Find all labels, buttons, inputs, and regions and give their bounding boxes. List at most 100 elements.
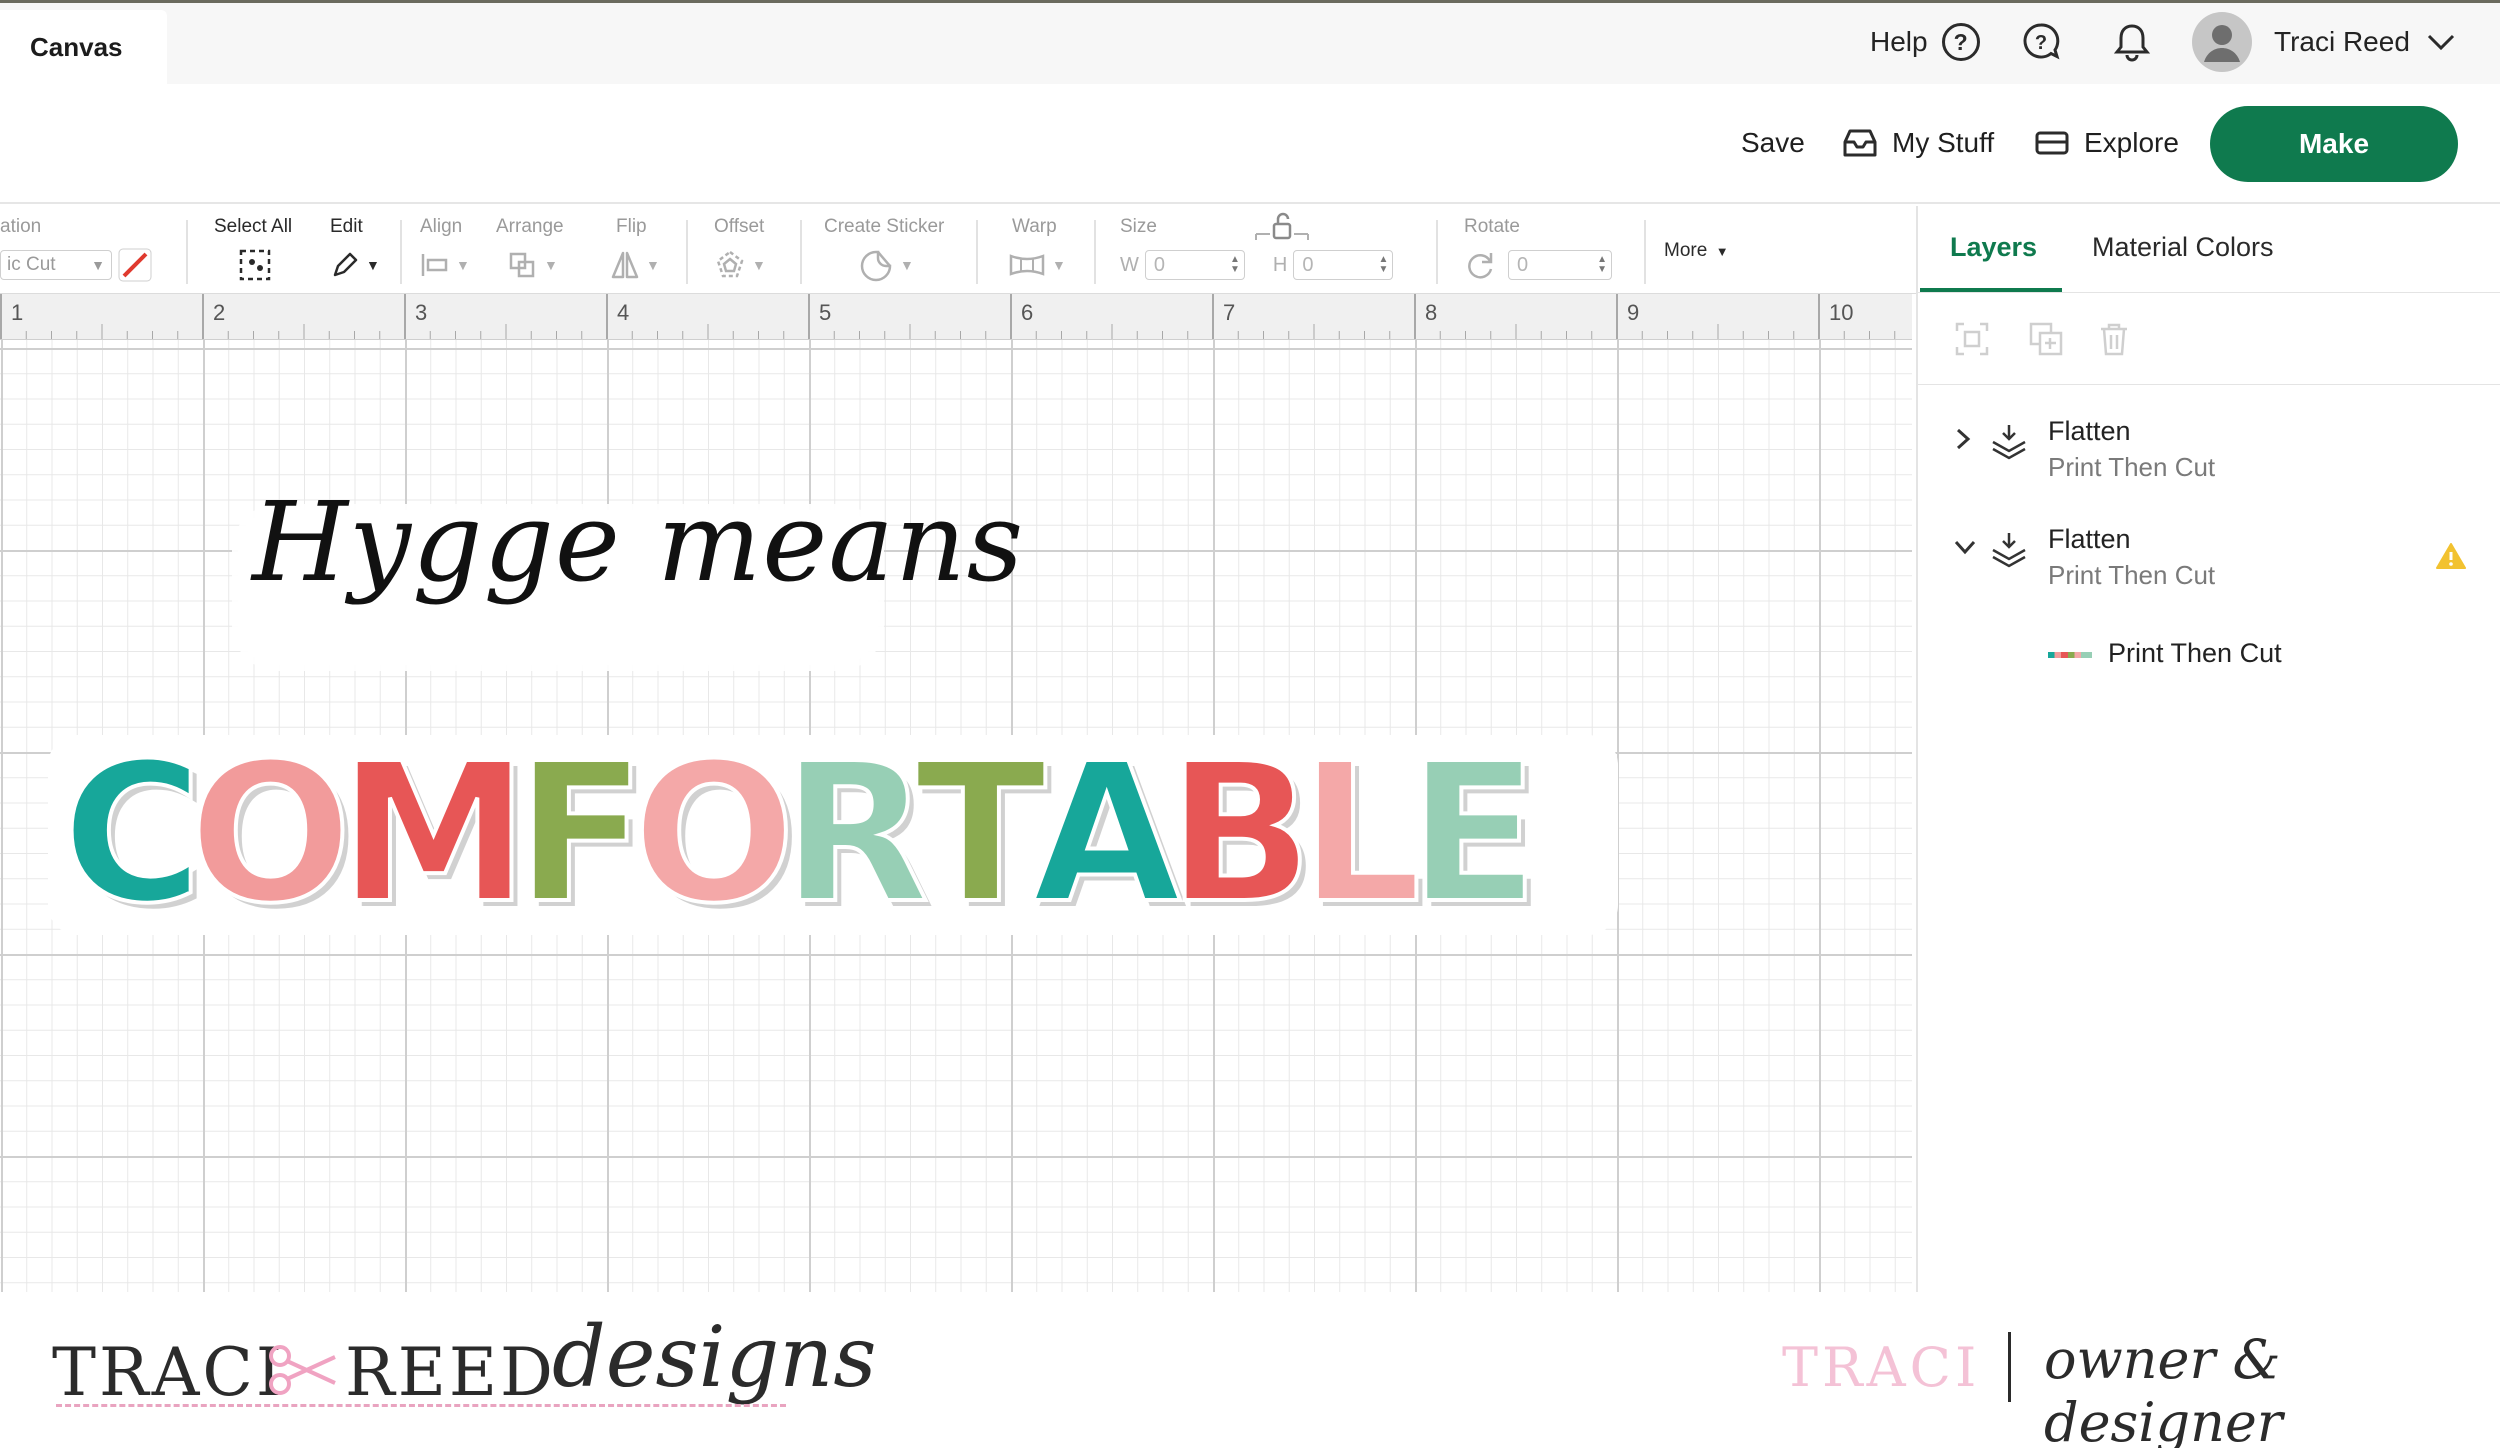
offset-label: Offset [714,216,765,237]
ruler-ticks [0,294,1896,339]
svg-text:?: ? [2035,32,2047,54]
brand-word-reed: REED [345,1334,556,1411]
support-chat-icon[interactable]: ? [2020,18,2062,66]
save-button[interactable]: Save [1741,120,1805,166]
toolbar-divider [800,220,802,284]
signature-divider [2008,1332,2011,1402]
top-bar: Canvas Help ? ? Traci Reed [0,0,2500,84]
layer-row[interactable]: Flatten Print Then Cut [1918,512,2500,602]
pencil-icon [333,252,358,277]
ruler-label: 5 [819,300,832,325]
sublayer-row[interactable]: Print Then Cut [1918,626,2500,686]
select-caret-icon: ▼ [91,257,105,273]
chevron-down-icon[interactable] [1952,534,1978,560]
user-name: Traci Reed [2274,26,2410,57]
toolbar-divider [1644,220,1646,284]
rotate-stepper-icon[interactable]: ▲ ▼ [1597,255,1607,275]
my-stuff-button[interactable]: My Stuff [1842,120,1994,166]
layer-tools [1918,293,2500,385]
arrange-label: Arrange [496,216,564,237]
height-stepper-icon[interactable]: ▲ ▼ [1378,255,1388,275]
create-sticker-label: Create Sticker [824,216,945,237]
lock-ratio-icon[interactable] [1254,212,1310,242]
brand-word-designs: designs [552,1308,877,1406]
help-label: Help [1870,26,1928,57]
flip-label: Flip [616,216,647,237]
user-menu[interactable]: Traci Reed [2192,12,2456,72]
ruler-label: 6 [1021,300,1034,325]
warp-label: Warp [1012,216,1057,237]
edit-label: Edit [330,216,363,237]
rotate-label: Rotate [1464,216,1520,237]
word-letter: O [630,723,797,946]
more-caret-icon: ▼ [1715,244,1729,259]
rotate-value: 0 [1517,253,1529,276]
chevron-right-icon[interactable] [1952,426,1974,452]
arrange-icon [509,252,535,278]
layer-operation: Print Then Cut [2048,560,2216,590]
ruler-label: 7 [1223,300,1236,325]
warning-icon[interactable] [2436,542,2466,570]
ruler-label: 9 [1627,300,1640,325]
duplicate-icon[interactable] [2028,321,2064,357]
chevron-down-icon [2427,34,2454,51]
flip-icon [611,251,639,279]
explore-label: Explore [2084,127,2179,158]
toolbar-divider [400,220,402,284]
toolbar-divider [686,220,688,284]
sublayer-name: Print Then Cut [2108,638,2282,668]
flip-caret-icon: ▼ [646,257,660,273]
height-label: H [1272,253,1288,276]
offset-icon [716,250,744,278]
ruler-label: 3 [415,300,428,325]
help-circle-icon: ? [1941,23,1980,61]
ruler-label: 2 [213,300,226,325]
signature-name: TRACI [1782,1336,1981,1399]
notification-bell-icon[interactable] [2112,18,2152,66]
tab-canvas[interactable]: Canvas [0,10,167,84]
edit-caret-icon: ▼ [366,257,380,273]
operation-label: ation [0,216,42,237]
rotate-input[interactable]: 0 ▲ ▼ [1508,250,1612,280]
toolbar-divider [1436,220,1438,284]
width-input[interactable]: 0 ▲ ▼ [1144,250,1245,280]
word-letter: E [1406,723,1541,946]
ruler-label: 4 [617,300,630,325]
width-stepper-icon[interactable]: ▲ ▼ [1230,255,1240,275]
trash-icon[interactable] [2096,321,2132,357]
width-value: 0 [1153,253,1166,276]
sticker-caret-icon: ▼ [900,257,914,273]
word-letter: L [1297,723,1423,946]
brand-footer: TRACI REED designs TRACI owner & designe… [0,1292,2500,1448]
explore-button[interactable]: Explore [2034,120,2179,166]
align-caret-icon: ▼ [456,257,470,273]
make-button[interactable]: Make [2210,106,2458,182]
flatten-icon [1992,533,2026,568]
layer-row[interactable]: Flatten Print Then Cut [1918,404,2500,494]
word-letter: A [1030,723,1183,946]
signature-role: owner & designer [2044,1328,2283,1448]
avatar [2192,12,2252,72]
height-input[interactable]: 0 ▲ ▼ [1293,250,1394,280]
inbox-icon [1843,129,1877,157]
word-letter: R [780,723,932,946]
layers-panel: Layers Material Colors Flatten Print The… [1916,206,2500,1292]
tab-layers[interactable]: Layers [1950,232,2037,263]
help-link[interactable]: Help ? [1870,18,1980,66]
height-value: 0 [1302,253,1314,276]
edit-toolbar: ation ic Cut ▼ Select All Edit ▼ Align ▼… [0,206,1918,294]
no-color-swatch-icon[interactable] [118,248,152,282]
ruler-label: 1 [11,300,24,325]
brand-word-traci: TRACI [52,1334,285,1411]
layer-thumbnail [2048,652,2092,658]
operation-select[interactable]: ic Cut ▼ [0,250,112,280]
comfortable-text-layer[interactable]: COMFORTABLE [60,723,1541,946]
group-icon[interactable] [1954,321,1990,357]
sticker-icon [860,250,892,282]
hygge-means-text-layer[interactable]: Hygge means [252,478,1024,606]
word-letter: F [513,723,648,946]
layer-operation: Print Then Cut [2048,452,2216,482]
horizontal-ruler: 1 2 3 4 5 6 7 8 9 10 [0,294,1912,340]
explore-icon [2035,131,2069,155]
tab-material-colors[interactable]: Material Colors [2092,232,2274,263]
